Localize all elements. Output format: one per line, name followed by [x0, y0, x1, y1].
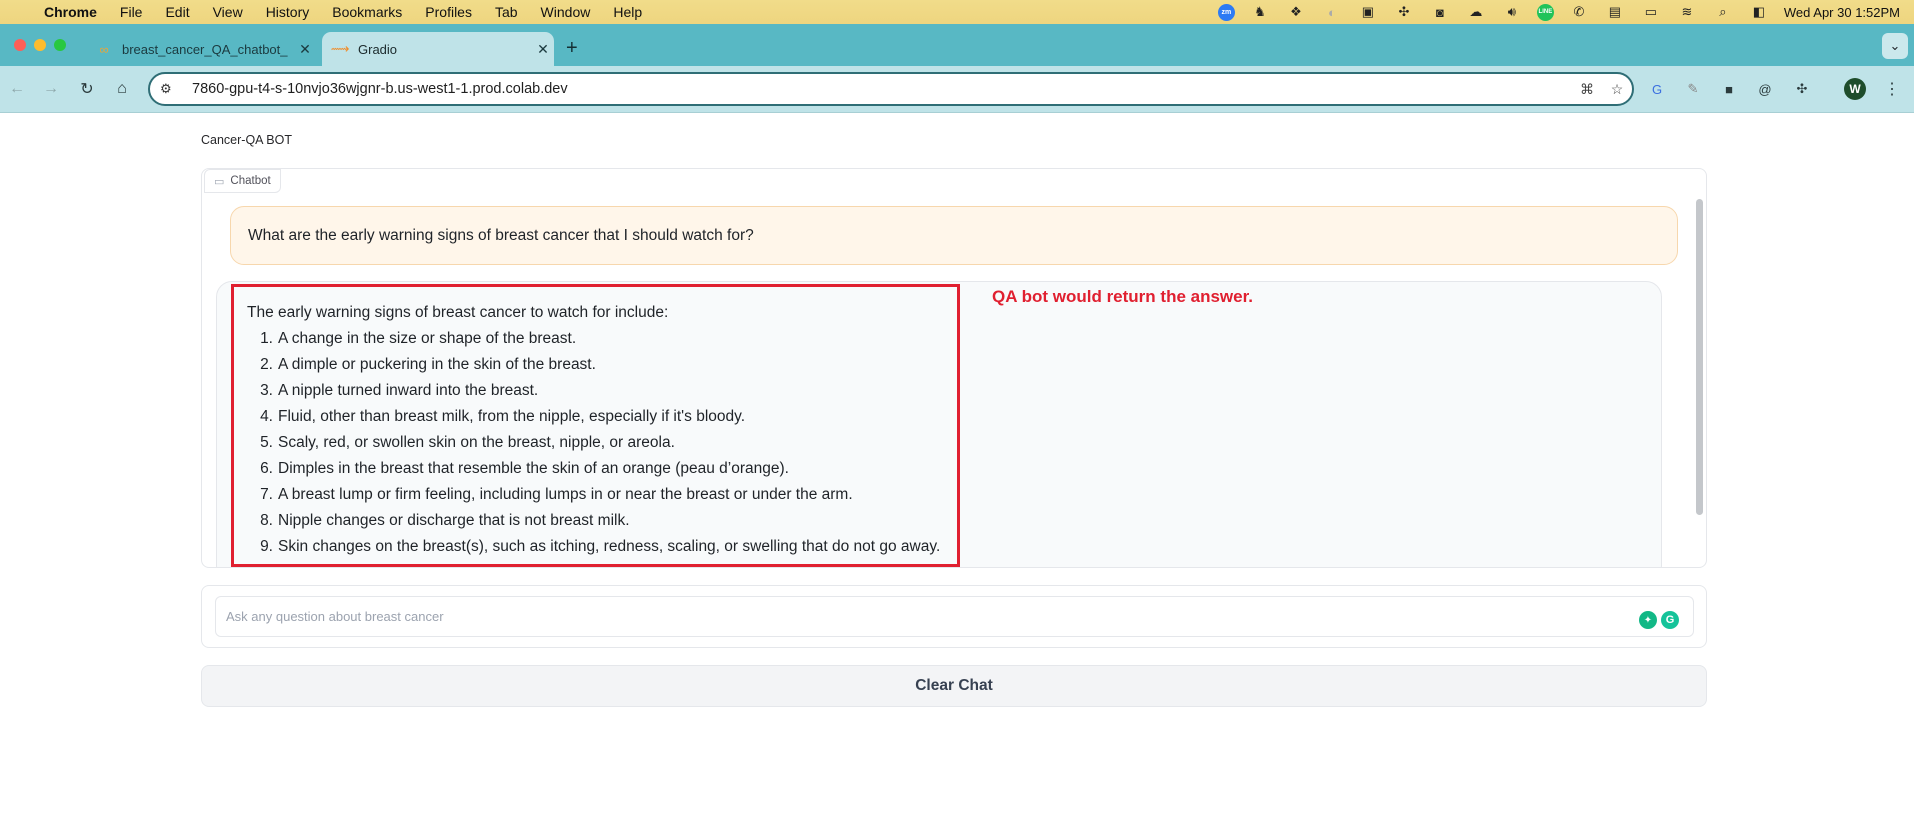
question-input[interactable]: Ask any question about breast cancer ✦ G [215, 596, 1694, 637]
menu-file[interactable]: File [120, 4, 143, 20]
list-item: 9. Skin changes on the breast(s), such as… [260, 538, 941, 555]
forward-arrow-icon[interactable]: → [40, 78, 62, 100]
url-text[interactable]: 7860-gpu-t4-s-10nvjo36wjgnr-b.us-west1-1… [192, 81, 1572, 97]
bookmark-star-icon[interactable]: ☆ [1602, 81, 1632, 98]
more-menu-icon[interactable]: ⋮ [1882, 78, 1902, 100]
grammarly-icon[interactable]: G [1661, 611, 1679, 629]
screen-share-icon[interactable]: ▣ [1357, 4, 1379, 20]
menu-help[interactable]: Help [613, 4, 642, 20]
at-extension-icon[interactable]: @ [1754, 78, 1776, 100]
warning-signs-list: 1. A change in the size or shape of the b… [247, 326, 967, 560]
menu-history[interactable]: History [266, 4, 310, 20]
profile-avatar[interactable]: W [1844, 78, 1866, 100]
battery-icon[interactable]: ▭ [1640, 4, 1662, 20]
tab-colab-notebook[interactable]: ∞ breast_cancer_QA_chatbot_ ✕ [86, 32, 316, 66]
tab-close-icon[interactable]: ✕ [294, 41, 316, 58]
window-minimize-button[interactable] [34, 39, 46, 51]
line-app-icon[interactable]: LINE [1536, 3, 1554, 21]
list-item: 6. Dimples in the breast that resemble th… [260, 460, 789, 477]
cloud-icon[interactable]: ☁ [1465, 4, 1487, 20]
gradio-favicon-icon: ⟿ [330, 41, 350, 56]
tab-title: Gradio [358, 41, 398, 57]
home-icon[interactable]: ⌂ [111, 78, 133, 100]
spotlight-search-icon[interactable]: ⌕ [1712, 4, 1734, 20]
pen-extension-icon[interactable]: ✎ [1682, 78, 1704, 100]
control-center-icon[interactable]: ◧ [1748, 4, 1770, 20]
wifi-icon[interactable]: ≋ [1676, 4, 1698, 20]
pocket-extension-icon[interactable]: ■ [1718, 78, 1740, 100]
macos-menu-bar: Chrome File Edit View History Bookmarks … [0, 0, 1914, 24]
menu-bookmarks[interactable]: Bookmarks [332, 4, 402, 20]
tab-strip: ∞ breast_cancer_QA_chatbot_ ✕ ⟿ Gradio ✕… [0, 24, 1914, 66]
menu-edit[interactable]: Edit [165, 4, 189, 20]
sync-icon[interactable]: ◐ [1321, 4, 1343, 20]
user-message: What are the early warning signs of brea… [230, 206, 1678, 265]
list-item: 8. Nipple changes or discharge that is no… [260, 512, 630, 529]
bot-intro: The early warning signs of breast cancer… [247, 304, 669, 321]
tab-title: breast_cancer_QA_chatbot_ [122, 41, 288, 57]
tab-gradio[interactable]: ⟿ Gradio ✕ [322, 32, 554, 66]
puzzle-status-icon[interactable]: ✣ [1393, 4, 1415, 20]
app-title: Cancer-QA BOT [201, 133, 292, 147]
cat-icon[interactable]: ♞ [1249, 4, 1271, 20]
zoom-app-icon[interactable]: zm [1217, 3, 1235, 21]
text-input-icon[interactable]: ▤ [1604, 4, 1626, 20]
back-arrow-icon[interactable]: ← [6, 78, 28, 100]
phone-icon[interactable]: ✆ [1568, 4, 1590, 20]
clear-chat-button[interactable]: Clear Chat [201, 665, 1707, 707]
list-item: 7. A breast lump or firm feeling, includi… [260, 486, 853, 503]
colab-favicon-icon: ∞ [99, 41, 109, 57]
list-item: 2. A dimple or puckering in the skin of t… [260, 356, 596, 373]
chat-bubble-icon: ▭ [214, 175, 225, 188]
status-area: zm ♞ ❖ ◐ ▣ ✣ ◙ ☁ 🔊︎ LINE ✆ ▤ ▭ ≋ ⌕ ◧ Wed… [1217, 0, 1900, 24]
window-close-button[interactable] [14, 39, 26, 51]
menubar-clock[interactable]: Wed Apr 30 1:52PM [1784, 5, 1900, 20]
menu-view[interactable]: View [213, 4, 243, 20]
new-tab-icon[interactable]: + [566, 37, 578, 60]
grammarly-icons: ✦ G [1639, 611, 1679, 629]
menu-profiles[interactable]: Profiles [425, 4, 472, 20]
list-item: 5. Scaly, red, or swollen skin on the bre… [260, 434, 675, 451]
translate-icon[interactable]: ⌘ [1572, 81, 1602, 98]
menu-window[interactable]: Window [541, 4, 591, 20]
chatbot-label: ▭ Chatbot [204, 169, 281, 193]
dropbox-icon[interactable]: ❖ [1285, 4, 1307, 20]
site-settings-icon[interactable]: ⚙ [160, 81, 186, 97]
user-message-text: What are the early warning signs of brea… [248, 226, 754, 244]
list-item: 3. A nipple turned inward into the breast… [260, 382, 539, 399]
camera-icon[interactable]: ◙ [1429, 4, 1451, 20]
question-input-panel: Ask any question about breast cancer ✦ G [201, 585, 1707, 648]
menu-chrome[interactable]: Chrome [44, 4, 97, 20]
browser-toolbar: ← → ↻ ⌂ ⚙ 7860-gpu-t4-s-10nvjo36wjgnr-b.… [0, 66, 1914, 113]
bot-message-text: The early warning signs of breast cancer… [247, 300, 967, 560]
chat-scrollbar[interactable] [1696, 199, 1703, 515]
chatbot-label-text: Chatbot [230, 175, 271, 187]
google-translate-extension-icon[interactable]: G [1646, 78, 1668, 100]
volume-icon[interactable]: 🔊︎ [1501, 4, 1523, 20]
address-bar[interactable]: ⚙ 7860-gpu-t4-s-10nvjo36wjgnr-b.us-west1… [148, 72, 1634, 106]
tab-close-icon[interactable]: ✕ [532, 41, 554, 58]
chevron-down-icon[interactable]: ⌄ [1882, 33, 1908, 59]
window-zoom-button[interactable] [54, 39, 66, 51]
annotation-text: QA bot would return the answer. [992, 287, 1254, 306]
extensions-puzzle-icon[interactable]: ✣ [1791, 78, 1813, 100]
question-input-placeholder: Ask any question about breast cancer [226, 609, 444, 624]
list-item: 1. A change in the size or shape of the b… [260, 330, 577, 347]
lightbulb-icon[interactable]: ✦ [1639, 611, 1657, 629]
list-item: 4. Fluid, other than breast milk, from th… [260, 408, 746, 425]
reload-icon[interactable]: ↻ [76, 78, 98, 100]
menu-tab[interactable]: Tab [495, 4, 518, 20]
